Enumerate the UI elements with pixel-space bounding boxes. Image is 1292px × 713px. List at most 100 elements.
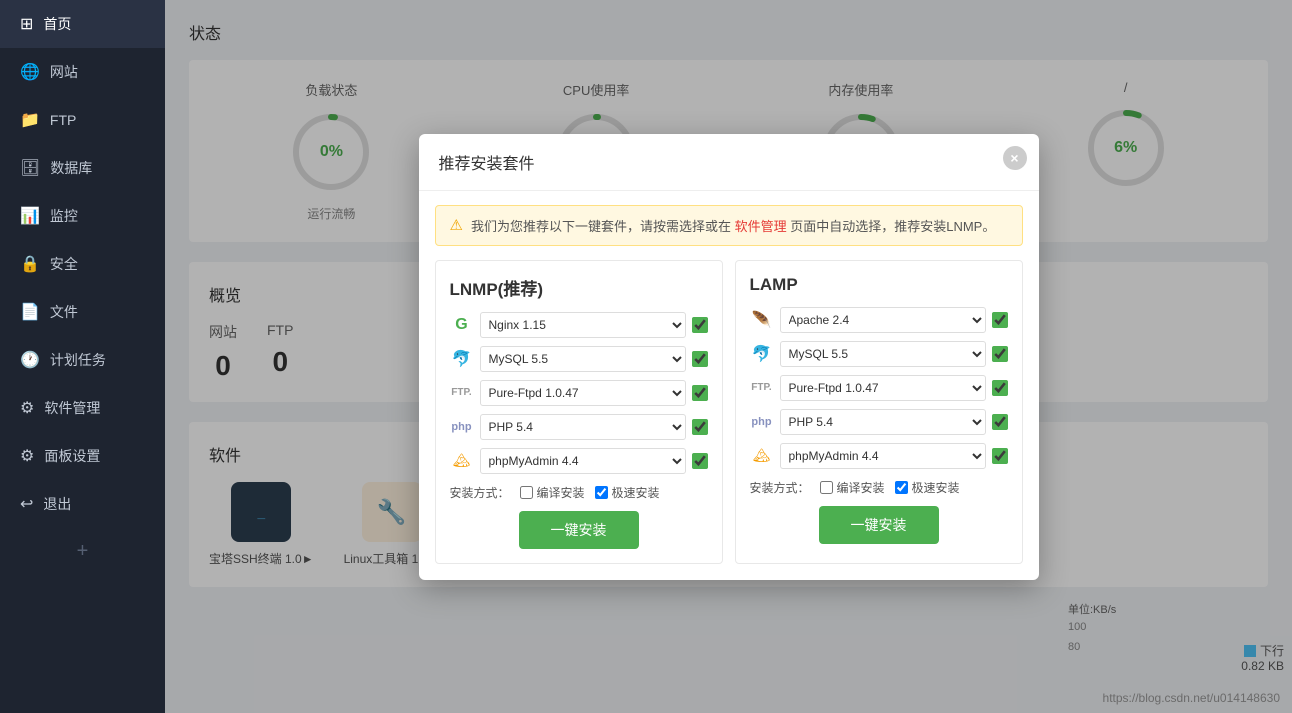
lamp-mysql-check[interactable]: [992, 346, 1008, 362]
sidebar-item-logout[interactable]: ↩ 退出: [0, 480, 165, 528]
lamp-apache-row: 🪶 Apache 2.4 Apache 2.2: [750, 307, 1008, 333]
sidebar-add-button[interactable]: +: [0, 528, 165, 575]
lamp-apache-check[interactable]: [992, 312, 1008, 328]
lnmp-nginx-select[interactable]: Nginx 1.15 Nginx 1.14 Nginx 1.12: [480, 312, 686, 338]
lamp-compile-option: 编译安装: [820, 479, 885, 496]
lnmp-install-button[interactable]: 一键安装: [519, 511, 639, 549]
sidebar-item-monitor[interactable]: 📊 监控: [0, 192, 165, 240]
sidebar-item-label: 监控: [50, 206, 78, 226]
lamp-mysql-select[interactable]: MySQL 5.5 MySQL 5.6 MySQL 5.7: [780, 341, 986, 367]
lnmp-php-select[interactable]: PHP 5.4 PHP 7.0 PHP 7.2: [480, 414, 686, 440]
lamp-phpmyadmin-icon: 🏔: [750, 444, 774, 468]
settings-icon: ⚙: [20, 446, 34, 466]
lamp-fast-check[interactable]: [895, 481, 908, 494]
nginx-icon: G: [450, 313, 474, 337]
sidebar-item-label: 文件: [50, 302, 78, 322]
apache-icon: 🪶: [750, 308, 774, 332]
lnmp-php-icon: php: [450, 415, 474, 439]
lamp-phpmyadmin-select[interactable]: phpMyAdmin 4.4 phpMyAdmin 4.8: [780, 443, 986, 469]
lnmp-fast-option: 极速安装: [595, 484, 660, 501]
sidebar-item-label: 计划任务: [50, 350, 106, 370]
lamp-ftp-check[interactable]: [992, 380, 1008, 396]
lnmp-method-label: 安装方式：: [450, 484, 510, 501]
modal-close-button[interactable]: ×: [1003, 146, 1027, 170]
lnmp-mysql-check[interactable]: [692, 351, 708, 367]
lnmp-nginx-row: G Nginx 1.15 Nginx 1.14 Nginx 1.12: [450, 312, 708, 338]
lnmp-ftp-check[interactable]: [692, 385, 708, 401]
lnmp-ftp-select[interactable]: Pure-Ftpd 1.0.47: [480, 380, 686, 406]
lamp-compile-check[interactable]: [820, 481, 833, 494]
lamp-compile-label: 编译安装: [837, 479, 885, 496]
lnmp-compile-option: 编译安装: [520, 484, 585, 501]
lamp-phpmyadmin-check[interactable]: [992, 448, 1008, 464]
warning-text: 我们为您推荐以下一键套件，请按需选择或在 软件管理 页面中自动选择，推荐安装LN…: [471, 216, 995, 235]
sidebar-item-ftp[interactable]: 📁 FTP: [0, 96, 165, 144]
lamp-php-row: php PHP 5.4 PHP 7.0 PHP 7.2: [750, 409, 1008, 435]
lamp-title: LAMP: [750, 275, 1008, 295]
files-icon: 📄: [20, 302, 40, 322]
modal-overlay: 推荐安装套件 × ⚠ 我们为您推荐以下一键套件，请按需选择或在 软件管理 页面中…: [165, 0, 1292, 713]
lamp-php-icon: php: [750, 410, 774, 434]
lnmp-phpmyadmin-icon: 🏔: [450, 449, 474, 473]
software-icon: ⚙: [20, 398, 34, 418]
main-content: 状态 负载状态 0% 运行流畅 CPU使用率: [165, 0, 1292, 713]
database-icon: 🗄: [20, 158, 40, 178]
ftp-icon: 📁: [20, 110, 40, 130]
lnmp-nginx-check[interactable]: [692, 317, 708, 333]
lnmp-compile-label: 编译安装: [537, 484, 585, 501]
logout-icon: ↩: [20, 494, 33, 514]
sidebar-item-home[interactable]: ⊞ 首页: [0, 0, 165, 48]
sidebar-item-website[interactable]: 🌐 网站: [0, 48, 165, 96]
lnmp-compile-check[interactable]: [520, 486, 533, 499]
lnmp-mysql-row: 🐬 MySQL 5.5 MySQL 5.6 MySQL 5.7: [450, 346, 708, 372]
lnmp-phpmyadmin-select[interactable]: phpMyAdmin 4.4 phpMyAdmin 4.8: [480, 448, 686, 474]
lnmp-install-method: 安装方式： 编译安装 极速安装: [450, 484, 708, 501]
lnmp-php-check[interactable]: [692, 419, 708, 435]
mysql-icon: 🐬: [450, 347, 474, 371]
sidebar-item-label: 安全: [50, 254, 78, 274]
sidebar-item-files[interactable]: 📄 文件: [0, 288, 165, 336]
modal-header: 推荐安装套件: [419, 134, 1039, 191]
lamp-fast-option: 极速安装: [895, 479, 960, 496]
sidebar-item-security[interactable]: 🔒 安全: [0, 240, 165, 288]
warning-link[interactable]: 软件管理: [735, 219, 787, 234]
lnmp-title: LNMP(推荐): [450, 275, 708, 300]
lnmp-mysql-select[interactable]: MySQL 5.5 MySQL 5.6 MySQL 5.7: [480, 346, 686, 372]
website-icon: 🌐: [20, 62, 40, 82]
modal-dialog: 推荐安装套件 × ⚠ 我们为您推荐以下一键套件，请按需选择或在 软件管理 页面中…: [419, 134, 1039, 580]
sidebar-item-database[interactable]: 🗄 数据库: [0, 144, 165, 192]
lnmp-panel: LNMP(推荐) G Nginx 1.15 Nginx 1.14 Nginx 1…: [435, 260, 723, 564]
cron-icon: 🕐: [20, 350, 40, 370]
warning-bar: ⚠ 我们为您推荐以下一键套件，请按需选择或在 软件管理 页面中自动选择，推荐安装…: [435, 205, 1023, 246]
sidebar-item-label: 网站: [50, 62, 78, 82]
sidebar-item-settings[interactable]: ⚙ 面板设置: [0, 432, 165, 480]
lamp-mysql-row: 🐬 MySQL 5.5 MySQL 5.6 MySQL 5.7: [750, 341, 1008, 367]
lamp-mysql-icon: 🐬: [750, 342, 774, 366]
lamp-panel: LAMP 🪶 Apache 2.4 Apache 2.2 🐬: [735, 260, 1023, 564]
lamp-php-check[interactable]: [992, 414, 1008, 430]
lamp-ftp-select[interactable]: Pure-Ftpd 1.0.47: [780, 375, 986, 401]
lamp-ftp-row: FTP. Pure-Ftpd 1.0.47: [750, 375, 1008, 401]
lnmp-fast-check[interactable]: [595, 486, 608, 499]
security-icon: 🔒: [20, 254, 40, 274]
sidebar-item-label: 数据库: [50, 158, 92, 178]
lnmp-ftp-icon: FTP.: [450, 381, 474, 405]
lamp-install-button[interactable]: 一键安装: [819, 506, 939, 544]
lamp-install-method: 安装方式： 编译安装 极速安装: [750, 479, 1008, 496]
lamp-apache-select[interactable]: Apache 2.4 Apache 2.2: [780, 307, 986, 333]
sidebar-item-label: 退出: [43, 494, 71, 514]
lnmp-phpmyadmin-check[interactable]: [692, 453, 708, 469]
lamp-php-select[interactable]: PHP 5.4 PHP 7.0 PHP 7.2: [780, 409, 986, 435]
sidebar-item-cron[interactable]: 🕐 计划任务: [0, 336, 165, 384]
lamp-phpmyadmin-row: 🏔 phpMyAdmin 4.4 phpMyAdmin 4.8: [750, 443, 1008, 469]
lnmp-php-row: php PHP 5.4 PHP 7.0 PHP 7.2: [450, 414, 708, 440]
sidebar-item-software[interactable]: ⚙ 软件管理: [0, 384, 165, 432]
sidebar-item-label: 软件管理: [44, 398, 100, 418]
sidebar-item-label: 首页: [43, 14, 71, 34]
warning-icon: ⚠: [450, 216, 463, 234]
install-panels: LNMP(推荐) G Nginx 1.15 Nginx 1.14 Nginx 1…: [419, 260, 1039, 580]
sidebar-item-label: FTP: [50, 112, 76, 128]
lamp-fast-label: 极速安装: [912, 479, 960, 496]
sidebar: ⊞ 首页 🌐 网站 📁 FTP 🗄 数据库 📊 监控 🔒 安全 📄 文件 🕐 计…: [0, 0, 165, 713]
sidebar-item-label: 面板设置: [44, 446, 100, 466]
